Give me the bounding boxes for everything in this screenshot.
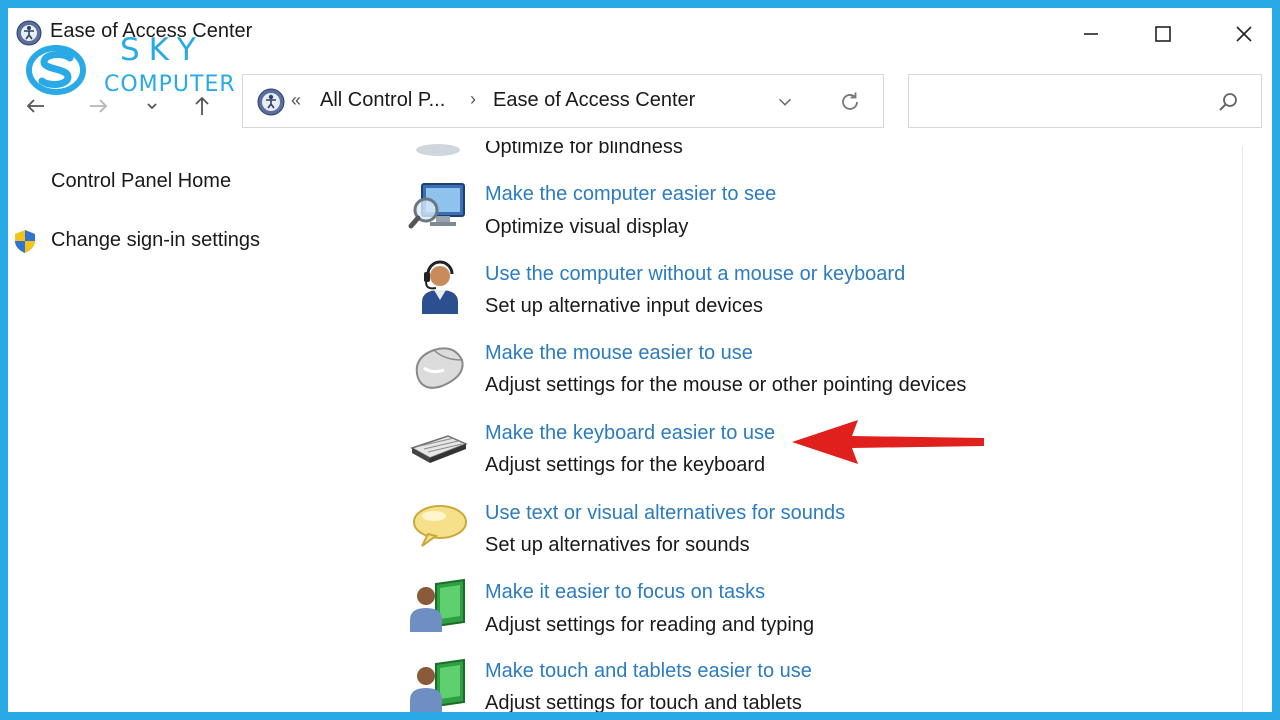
person-green-panel-icon	[410, 578, 465, 632]
arrow-right-icon	[90, 99, 108, 113]
maximize-button[interactable]	[1140, 16, 1186, 52]
window-frame: Ease of Access Center SKY COMPUTER « All…	[0, 0, 1280, 720]
control-panel-icon	[257, 88, 285, 116]
monitor-magnifier-icon	[408, 183, 465, 229]
item-link-sound-alternatives[interactable]: Use text or visual alternatives for soun…	[485, 502, 845, 525]
item-desc-focus-tasks: Adjust settings for reading and typing	[485, 614, 815, 636]
back-button[interactable]	[18, 88, 54, 124]
change-signin-settings-link[interactable]: Change sign-in settings	[51, 229, 260, 252]
refresh-icon	[842, 92, 858, 110]
mouse-icon	[415, 347, 464, 389]
overflow-crumb-marker[interactable]: «	[291, 90, 301, 111]
item-desc-mouse-easier: Adjust settings for the mouse or other p…	[485, 374, 967, 396]
shield-icon	[15, 230, 35, 253]
address-dropdown-button[interactable]	[771, 89, 799, 115]
item-desc-without-mouse-keyboard: Set up alternative input devices	[485, 295, 763, 317]
close-icon	[1236, 26, 1252, 42]
chevron-down-icon	[147, 103, 157, 110]
item-link-focus-tasks[interactable]: Make it easier to focus on tasks	[485, 581, 765, 604]
arrow-left-icon	[26, 99, 44, 113]
up-button[interactable]	[184, 88, 220, 124]
item-link-without-mouse-keyboard[interactable]: Use the computer without a mouse or keyb…	[485, 263, 905, 286]
speech-bubble-icon	[413, 505, 467, 547]
person-green-panel-icon	[410, 658, 465, 712]
item-desc-easier-to-see: Optimize visual display	[485, 216, 689, 238]
minimize-icon	[1084, 33, 1098, 35]
close-button[interactable]	[1221, 16, 1267, 52]
keyboard-icon	[410, 435, 468, 463]
chevron-down-icon	[778, 98, 792, 106]
item-link-touch-tablets[interactable]: Make touch and tablets easier to use	[485, 660, 812, 683]
forward-button[interactable]	[80, 88, 116, 124]
item-link-easier-to-see[interactable]: Make the computer easier to see	[485, 183, 776, 206]
logo-text-sky: SKY	[120, 32, 205, 68]
item-desc-touch-tablets: Adjust settings for touch and tablets	[485, 692, 802, 714]
address-bar[interactable]: « All Control P... › Ease of Access Cent…	[242, 74, 884, 128]
control-panel-home-link[interactable]: Control Panel Home	[51, 170, 231, 193]
annotation-arrow	[792, 420, 984, 464]
breadcrumb-separator[interactable]: ›	[470, 89, 476, 110]
search-input[interactable]	[919, 85, 1213, 119]
minimize-button[interactable]	[1068, 16, 1114, 52]
partial-item-icon	[416, 144, 460, 156]
item-link-mouse-easier[interactable]: Make the mouse easier to use	[485, 342, 753, 365]
item-desc-blindness: Optimize for blindness	[485, 136, 683, 158]
breadcrumb-ease-of-access[interactable]: Ease of Access Center	[493, 89, 695, 112]
breadcrumb-all-control-panel[interactable]: All Control P...	[320, 89, 445, 112]
arrow-up-icon	[195, 96, 209, 115]
scrollbar-track[interactable]	[1242, 146, 1243, 712]
search-box[interactable]	[908, 74, 1262, 128]
item-desc-keyboard-easier: Adjust settings for the keyboard	[485, 454, 766, 476]
item-desc-sound-alternatives: Set up alternatives for sounds	[485, 534, 750, 556]
search-icon[interactable]	[1215, 89, 1241, 115]
recent-locations-button[interactable]	[134, 88, 170, 124]
item-link-keyboard-easier[interactable]: Make the keyboard easier to use	[485, 422, 775, 445]
headset-person-icon	[422, 260, 458, 314]
refresh-button[interactable]	[835, 87, 865, 117]
maximize-icon	[1155, 26, 1171, 42]
